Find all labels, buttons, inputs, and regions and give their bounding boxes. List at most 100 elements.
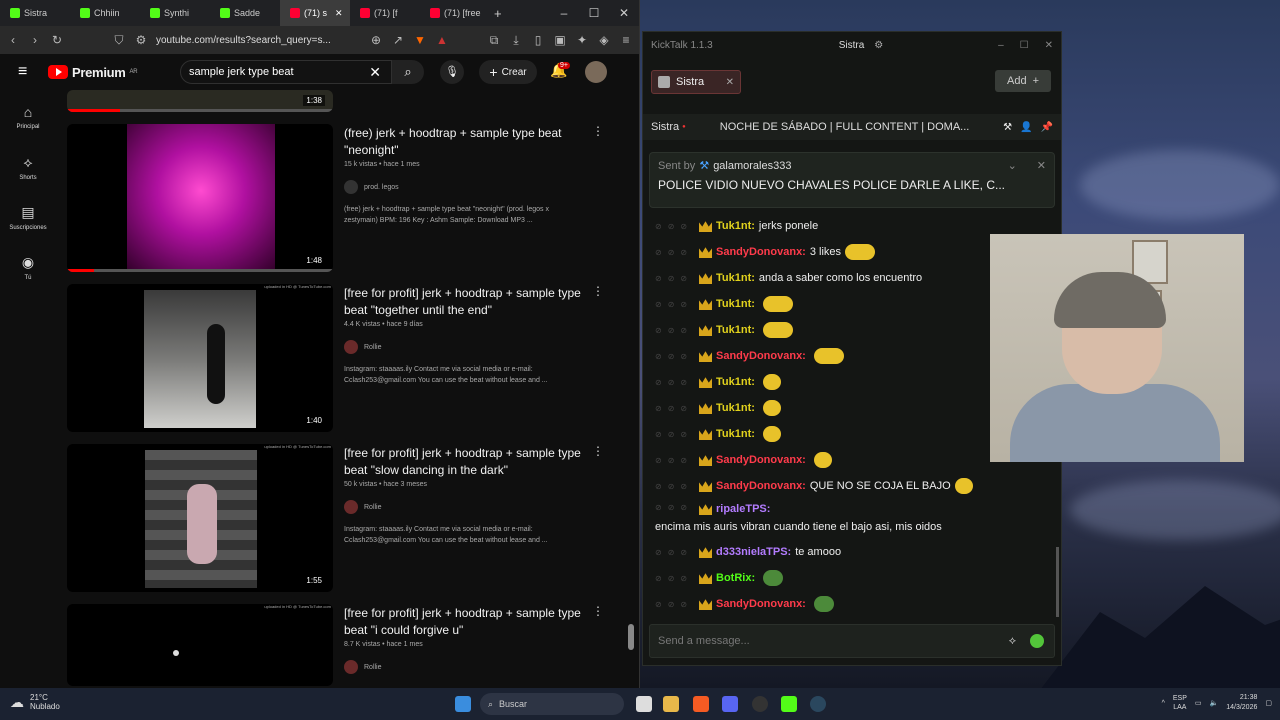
create-button[interactable]: + Crear [479,60,537,84]
video-thumbnail[interactable]: 1:38 [67,90,333,112]
browser-tab[interactable]: Chhiin [70,0,140,26]
brave-shield-icon[interactable]: ▼ [413,33,427,47]
channel-link[interactable]: prod. legos [344,180,584,194]
video-title[interactable]: (free) jerk + hoodtrap + sample type bea… [344,125,584,159]
minimize-icon[interactable]: – [549,6,579,20]
chat-message[interactable]: ⊘⊘⊘ d333nielaTPS: te amooo [643,539,1061,565]
browser-tab[interactable]: Synthi [140,0,210,26]
video-title[interactable]: [free for profit] jerk + hoodtrap + samp… [344,285,584,319]
maximize-icon[interactable]: ☐ [1020,40,1029,51]
download-icon[interactable]: ⤓ [509,33,523,48]
video-thumbnail[interactable]: uploaded in HD @ TunesToTube.com [67,604,333,686]
site-info-icon[interactable]: ⚙ [134,33,148,47]
zoom-icon[interactable]: ⊕ [369,33,383,47]
browser-tab-active[interactable]: (71) s ✕ [280,0,350,26]
mod-tools-icon[interactable]: ⚒ [1003,122,1012,133]
pin-icon[interactable]: 📌 [1041,122,1053,133]
share-icon[interactable]: ↗ [391,33,405,47]
notifications-icon[interactable]: ▢ [1265,699,1272,707]
mod-actions-icon[interactable]: ⊘⊘⊘ [655,548,699,557]
rewards-icon[interactable]: ▲ [435,33,449,47]
browser-menu-icon[interactable]: ≡ [619,33,633,47]
channel-tab[interactable]: Sistra ✕ [651,70,741,94]
browser-tab[interactable]: (71) [f [350,0,420,26]
mod-actions-icon[interactable]: ⊘⊘⊘ [655,248,699,257]
nav-shorts[interactable]: ⟡ Shorts [0,146,56,196]
network-icon[interactable]: ▭ [1195,699,1202,707]
close-tab-icon[interactable]: ✕ [726,77,734,88]
sidebar-icon[interactable]: ▯ [531,33,545,47]
chat-input[interactable]: Send a message... ⟡ [649,624,1055,658]
chat-username[interactable]: SandyDonovanx: [716,246,806,258]
nav-principal[interactable]: ⌂ Principal [0,96,56,146]
vpn-icon[interactable]: ◈ [597,33,611,47]
channel-link[interactable]: Rollie [344,340,584,354]
close-tab-icon[interactable]: ✕ [335,8,343,19]
chat-username[interactable]: d333nielaTPS: [716,546,791,558]
extensions-icon[interactable]: ⧉ [487,33,501,48]
chat-username[interactable]: Tuk1nt: [716,376,755,388]
mod-actions-icon[interactable]: ⊘⊘⊘ [655,404,699,413]
nav-subscriptions[interactable]: ▤ Suscripciones [0,196,56,246]
more-options-icon[interactable]: ⋮ [592,284,604,298]
browser-tab[interactable]: (71) [free [420,0,490,26]
chat-message[interactable]: ⊘⊘⊘ ripaleTPS: encima mis auris vibran cua… [643,499,1061,539]
reload-icon[interactable]: ↻ [50,33,64,47]
mod-actions-icon[interactable]: ⊘⊘⊘ [655,352,699,361]
wallet-icon[interactable]: ▣ [553,33,567,47]
chat-scrollbar[interactable] [1056,547,1059,617]
chat-username[interactable]: Tuk1nt: [716,324,755,336]
steam-icon[interactable] [810,696,826,712]
mod-actions-icon[interactable]: ⊘⊘⊘ [655,300,699,309]
close-icon[interactable]: ✕ [1045,40,1053,51]
chat-message[interactable]: ⊘⊘⊘ SandyDonovanx: QUE NO SE COJA EL BAJO [643,473,1061,499]
start-menu-icon[interactable] [455,696,471,712]
translate-icon[interactable]: ⟡ [1009,635,1016,648]
chat-username[interactable]: Tuk1nt: [716,428,755,440]
more-options-icon[interactable]: ⋮ [592,604,604,618]
voice-search-button[interactable]: 🎙 [440,60,464,84]
obs-icon[interactable] [752,696,768,712]
mod-actions-icon[interactable]: ⊘⊘⊘ [655,222,699,231]
chat-username[interactable]: Tuk1nt: [716,402,755,414]
expand-pin-icon[interactable]: ⌄ [1008,159,1017,172]
chat-message[interactable]: ⊘⊘⊘ SandyDonovanx: [643,591,1061,617]
task-view-icon[interactable] [636,696,652,712]
browser-tab[interactable]: Sistra [0,0,70,26]
mod-actions-icon[interactable]: ⊘⊘⊘ [655,326,699,335]
account-avatar[interactable] [585,61,607,83]
brave-browser-icon[interactable] [693,696,709,712]
ai-icon[interactable]: ✦ [575,33,589,47]
mod-actions-icon[interactable]: ⊘⊘⊘ [655,378,699,387]
close-icon[interactable]: ✕ [609,6,639,20]
volume-icon[interactable]: 🔈 [1210,699,1219,707]
channel-link[interactable]: Rollie [344,500,584,514]
chat-username[interactable]: SandyDonovanx: [716,350,806,362]
bookmark-icon[interactable]: ⛉ [112,33,126,48]
video-title[interactable]: [free for profit] jerk + hoodtrap + samp… [344,605,584,639]
mod-actions-icon[interactable]: ⊘⊘⊘ [655,600,699,609]
hamburger-menu-icon[interactable]: ≡ [18,63,48,81]
more-options-icon[interactable]: ⋮ [592,444,604,458]
mod-actions-icon[interactable]: ⊘⊘⊘ [655,574,699,583]
url-field[interactable]: youtube.com/results?search_query=s... [156,35,361,46]
video-thumbnail[interactable]: uploaded in HD @ TunesToTube.com 1:55 [67,444,333,592]
search-input[interactable]: sample jerk type beat ✕ [180,60,392,84]
video-thumbnail[interactable]: uploaded in HD @ TunesToTube.com 1:40 [67,284,333,432]
more-options-icon[interactable]: ⋮ [592,124,604,138]
chat-username[interactable]: ripaleTPS: [716,503,770,515]
video-title[interactable]: [free for profit] jerk + hoodtrap + samp… [344,445,584,479]
kick-icon[interactable] [781,696,797,712]
channel-link[interactable]: Rollie [344,660,584,674]
mod-actions-icon[interactable]: ⊘⊘⊘ [655,482,699,491]
chat-username[interactable]: Tuk1nt: [716,298,755,310]
search-button[interactable]: ⌕ [392,60,424,84]
chat-username[interactable]: Tuk1nt: [716,272,755,284]
settings-gear-icon[interactable]: ⚙ [874,40,883,51]
browser-tab[interactable]: Sadde [210,0,280,26]
unpin-icon[interactable]: ✕ [1037,159,1046,172]
emote-picker-icon[interactable] [1030,634,1044,648]
chat-username[interactable]: SandyDonovanx: [716,598,806,610]
weather-widget[interactable]: ☁ 21°C Nublado [10,693,60,711]
clear-search-icon[interactable]: ✕ [369,64,381,81]
